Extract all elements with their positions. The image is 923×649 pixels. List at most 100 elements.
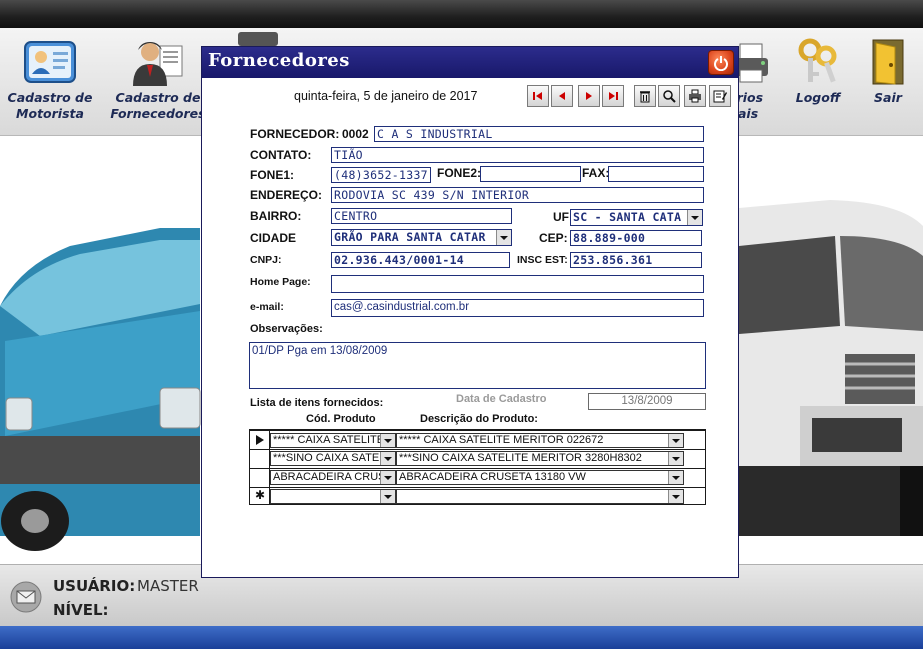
email-label: e-mail: bbox=[250, 301, 284, 313]
hidden-toolbar-icon bbox=[238, 32, 278, 46]
current-row-indicator-icon bbox=[256, 435, 264, 445]
keys-icon bbox=[798, 38, 837, 83]
search-icon bbox=[663, 90, 676, 103]
fone2-field[interactable] bbox=[480, 166, 581, 182]
printer-icon bbox=[689, 89, 701, 103]
dialog-title: Fornecedores bbox=[208, 50, 350, 71]
items-list-title: Lista de itens fornecidos: bbox=[250, 397, 384, 409]
uf-select[interactable]: SC - SANTA CATA bbox=[570, 209, 703, 226]
chevron-down-icon[interactable] bbox=[380, 434, 395, 447]
level-label: NÍVEL: bbox=[53, 601, 109, 619]
cidade-select[interactable]: GRÃO PARA SANTA CATAR bbox=[331, 229, 512, 246]
contato-label: CONTATO: bbox=[250, 148, 312, 162]
row-description-value: ***SINO CAIXA SATELITE MERITOR 3280H8302 bbox=[399, 452, 642, 464]
observacoes-textarea[interactable]: 01/DP Pga em 13/08/2009 bbox=[249, 342, 706, 389]
row-code-select[interactable] bbox=[270, 489, 396, 504]
cnpj-field[interactable]: 02.936.443/0001-14 bbox=[331, 252, 510, 268]
current-date: quinta-feira, 5 de janeiro de 2017 bbox=[294, 89, 478, 103]
previous-record-icon bbox=[559, 92, 565, 100]
id-card-icon bbox=[24, 41, 76, 83]
row-description-select[interactable]: ***** CAIXA SATELITE MERITOR 022672 bbox=[396, 433, 684, 448]
row-code-select[interactable]: ABRACADEIRA CRUSE bbox=[270, 470, 396, 485]
table-row[interactable]: ABRACADEIRA CRUSE ABRACADEIRA CRUSETA 13… bbox=[249, 469, 706, 487]
row-description-select[interactable]: ***SINO CAIXA SATELITE MERITOR 3280H8302 bbox=[396, 451, 684, 466]
chevron-down-icon[interactable] bbox=[380, 490, 395, 503]
chevron-down-icon[interactable] bbox=[668, 452, 683, 465]
fornecedores-dialog: Fornecedores quinta-feira, 5 de janeiro … bbox=[201, 46, 739, 578]
new-row-asterisk-icon: ✱ bbox=[255, 488, 266, 502]
chevron-down-icon[interactable] bbox=[687, 210, 702, 225]
insc-est-field[interactable]: 253.856.361 bbox=[570, 252, 702, 268]
fax-field[interactable] bbox=[608, 166, 704, 182]
email-field[interactable]: cas@.casindustrial.com.br bbox=[331, 299, 704, 317]
chevron-down-icon[interactable] bbox=[668, 471, 683, 484]
new-table-row[interactable]: ✱ bbox=[249, 488, 706, 505]
row-code-value: ABRACADEIRA CRUSE bbox=[273, 471, 393, 483]
homepage-field[interactable] bbox=[331, 275, 704, 293]
fax-label: FAX: bbox=[582, 166, 610, 180]
last-record-button[interactable] bbox=[602, 85, 624, 107]
toolbar-label: Sair bbox=[874, 90, 902, 105]
toolbar-logoff-button[interactable]: Logoff bbox=[788, 28, 848, 106]
row-code-value: ***** CAIXA SATELITE bbox=[273, 434, 385, 446]
bairro-label: BAIRRO: bbox=[250, 209, 302, 223]
fornecedor-label: FORNECEDOR: bbox=[250, 127, 340, 141]
row-code-select[interactable]: ***SINO CAIXA SATELI bbox=[270, 451, 396, 466]
fone1-field[interactable]: (48)3652-1337 bbox=[331, 167, 431, 183]
cep-label: CEP: bbox=[539, 231, 568, 245]
chevron-down-icon[interactable] bbox=[380, 471, 395, 484]
search-button[interactable] bbox=[658, 85, 680, 107]
chevron-down-icon[interactable] bbox=[496, 230, 511, 245]
power-icon bbox=[714, 55, 728, 71]
print-button[interactable] bbox=[684, 85, 706, 107]
table-row[interactable]: ***SINO CAIXA SATELI ***SINO CAIXA SATEL… bbox=[249, 450, 706, 468]
row-description-value: ABRACADEIRA CRUSETA 13180 VW bbox=[399, 471, 586, 483]
endereco-field[interactable]: RODOVIA SC 439 S/N INTERIOR bbox=[331, 187, 704, 203]
observacoes-label: Observações: bbox=[250, 323, 323, 335]
close-button[interactable] bbox=[708, 50, 734, 75]
next-record-icon bbox=[586, 92, 592, 100]
next-record-button[interactable] bbox=[578, 85, 600, 107]
row-description-select[interactable] bbox=[396, 489, 684, 504]
row-description-select[interactable]: ABRACADEIRA CRUSETA 13180 VW bbox=[396, 470, 684, 485]
cnpj-label: CNPJ: bbox=[250, 254, 282, 266]
col-header-description: Descrição do Produto: bbox=[420, 413, 538, 425]
fornecedor-code: 0002 bbox=[342, 127, 369, 141]
app-title-bar bbox=[0, 0, 923, 28]
trash-icon bbox=[640, 91, 650, 103]
row-code-select[interactable]: ***** CAIXA SATELITE bbox=[270, 433, 396, 448]
uf-select-value: SC - SANTA CATA bbox=[573, 210, 682, 224]
cadastro-date-label: Data de Cadastro bbox=[456, 393, 547, 405]
row-description-value: ***** CAIXA SATELITE MERITOR 022672 bbox=[399, 434, 604, 446]
chevron-down-icon[interactable] bbox=[668, 434, 683, 447]
contato-field[interactable]: TIÃO bbox=[331, 147, 704, 163]
items-grid: ***** CAIXA SATELITE ***** CAIXA SATELIT… bbox=[249, 429, 706, 505]
endereco-label: ENDEREÇO: bbox=[250, 188, 323, 202]
cidade-label: CIDADE bbox=[250, 231, 297, 245]
toolbar-label-line2: Motorista bbox=[16, 106, 84, 121]
col-header-code: Cód. Produto bbox=[306, 413, 376, 425]
dialog-title-bar: Fornecedores bbox=[202, 47, 738, 78]
first-record-icon bbox=[533, 92, 542, 100]
edit-icon bbox=[713, 90, 727, 103]
supplier-person-icon bbox=[133, 42, 183, 86]
toolbar-sair-button[interactable]: Sair bbox=[858, 28, 918, 106]
toolbar-label-line2: Fornecedores bbox=[110, 106, 206, 121]
user-label: USUÁRIO: bbox=[53, 577, 136, 595]
insc-est-label: INSC EST: bbox=[517, 254, 568, 266]
delete-button[interactable] bbox=[634, 85, 656, 107]
first-record-button[interactable] bbox=[527, 85, 549, 107]
fornecedor-name-field[interactable]: C A S INDUSTRIAL bbox=[374, 126, 704, 142]
toolbar-fornecedores-button[interactable]: Cadastro de Fornecedores bbox=[108, 28, 208, 122]
bairro-field[interactable]: CENTRO bbox=[331, 208, 512, 224]
chevron-down-icon[interactable] bbox=[668, 490, 683, 503]
toolbar-motorista-button[interactable]: Cadastro de Motorista bbox=[2, 28, 98, 122]
cep-field[interactable]: 88.889-000 bbox=[570, 230, 702, 246]
previous-record-button[interactable] bbox=[551, 85, 573, 107]
chevron-down-icon[interactable] bbox=[380, 452, 395, 465]
table-row[interactable]: ***** CAIXA SATELITE ***** CAIXA SATELIT… bbox=[249, 431, 706, 450]
user-value: MASTER bbox=[137, 577, 199, 595]
cidade-select-value: GRÃO PARA SANTA CATAR bbox=[334, 230, 486, 244]
mail-icon[interactable] bbox=[10, 581, 42, 613]
edit-button[interactable] bbox=[709, 85, 731, 107]
